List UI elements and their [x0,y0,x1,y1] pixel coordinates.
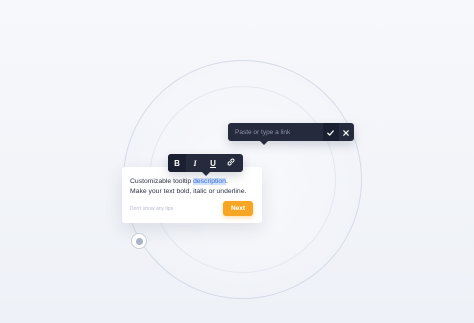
canvas: Customizable tooltip description. Make y… [0,0,474,323]
format-toolbar: B I U [168,154,243,176]
selected-text[interactable]: description [193,178,226,185]
dont-show-tips-link[interactable]: Don't show any tips [130,206,173,212]
next-button[interactable]: Next [223,201,253,216]
hotspot-beacon[interactable] [131,233,147,249]
tooltip-line-2: Make your text bold, italic or underline… [130,188,247,195]
close-icon [343,123,350,141]
bold-button[interactable]: B [168,154,186,172]
confirm-link-button[interactable] [323,123,339,141]
hotspot-icon [135,237,143,245]
tooltip-description[interactable]: Customizable tooltip description. Make y… [130,177,256,197]
close-link-button[interactable] [339,123,355,141]
underline-button[interactable]: U [204,154,222,172]
italic-button[interactable]: I [186,154,204,172]
link-button[interactable] [222,154,240,172]
bold-icon: B [174,158,180,168]
tooltip-text-prefix: Customizable tooltip [130,178,194,185]
checkmark-icon [327,123,335,141]
link-input[interactable] [228,123,323,141]
link-icon [227,158,235,168]
underline-icon: U [210,158,216,168]
link-toolbar [228,123,355,145]
tooltip-line-1: Customizable tooltip description. [130,177,256,187]
italic-icon: I [193,158,197,168]
tooltip-text-suffix: . [225,178,228,185]
